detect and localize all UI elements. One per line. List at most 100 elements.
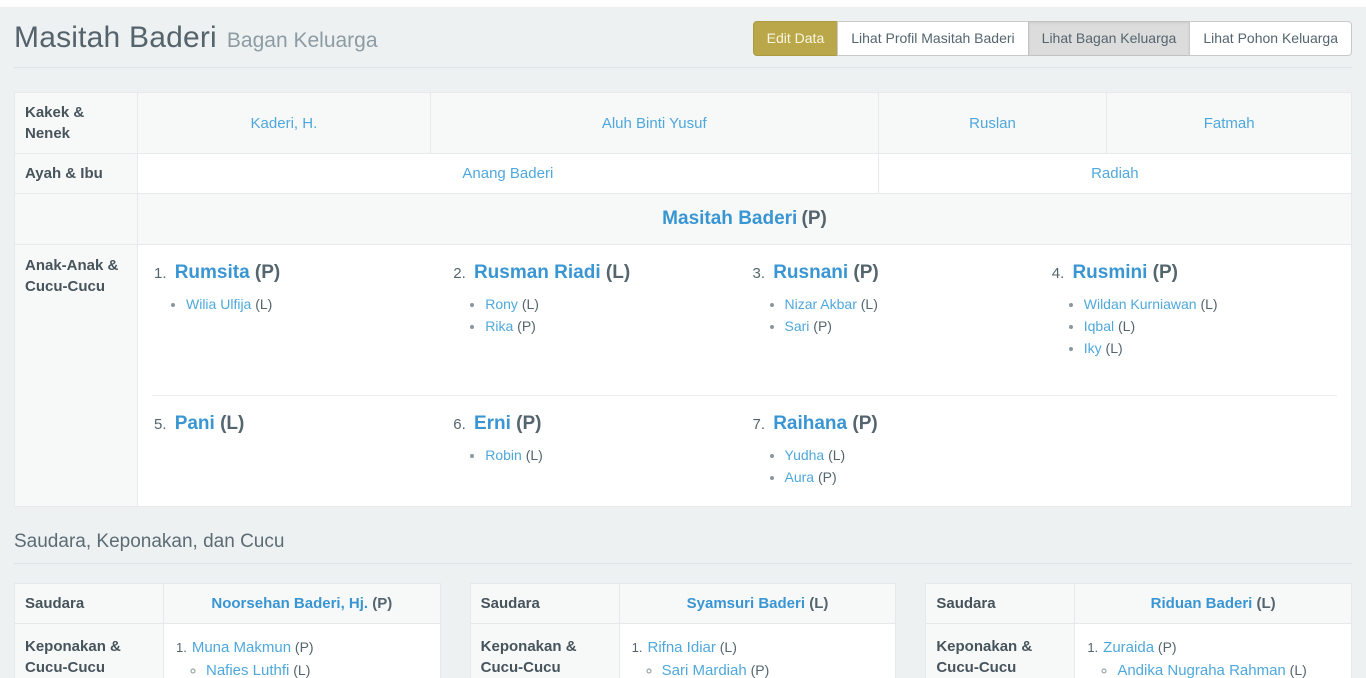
person-link-grandchild[interactable]: Sari — [785, 318, 810, 334]
nephew-child-item: Sari Mardiah (P) — [662, 661, 888, 678]
person-link-child[interactable]: Raihana — [773, 413, 847, 434]
sibling-card-1: SaudaraSyamsuri Baderi (L)Keponakan & Cu… — [470, 583, 897, 678]
grandparents-row: Kakek & Nenek Kaderi, H. Aluh Binti Yusu… — [15, 93, 1352, 154]
children-grid-row: 5. Pani (L)6. Erni (P)Robin (L)7. Raihan… — [146, 400, 1343, 496]
children-grid: 1. Rumsita (P)Wilia Ulfija (L)2. Rusman … — [138, 245, 1352, 507]
nephew-children-list: Andika Nugraha Rahman (L) — [1087, 661, 1343, 678]
person-link-child[interactable]: Pani — [175, 413, 215, 434]
person-link-father[interactable]: Anang Baderi — [462, 165, 553, 182]
grandchild-item: Iqbal (L) — [1084, 318, 1335, 334]
person-link-mother[interactable]: Radiah — [1091, 165, 1139, 182]
person-link-nephew[interactable]: Muna Makmun — [192, 639, 291, 656]
gender-badge: (L) — [1197, 296, 1218, 312]
gender-badge: (L) — [289, 662, 310, 678]
nephew-item: 1.Muna Makmun (P)Nafies Luthfi (L) — [176, 638, 432, 678]
gender-badge: (P) — [291, 639, 314, 655]
person-link-grandchild[interactable]: Nizar Akbar — [785, 296, 857, 312]
grandparents-label: Kakek & Nenek — [15, 93, 138, 154]
parent-cell: Radiah — [878, 154, 1351, 194]
person-link-grandchild[interactable]: Robin — [485, 447, 522, 463]
nephew-item: 1.Zuraida (P)Andika Nugraha Rahman (L) — [1087, 638, 1343, 678]
siblings-section-divider — [14, 563, 1352, 564]
gender-badge: (P) — [511, 413, 542, 434]
nephew-item: 1.Rifna Idiar (L)Sari Mardiah (P) — [632, 638, 888, 678]
nephews-cell: 1.Muna Makmun (P)Nafies Luthfi (L) — [163, 624, 440, 678]
sibling-table: SaudaraSyamsuri Baderi (L)Keponakan & Cu… — [470, 583, 897, 678]
sibling-label: Saudara — [470, 584, 619, 624]
grandchild-item: Iky (L) — [1084, 340, 1335, 356]
gender-badge: (L) — [716, 639, 737, 655]
nephews-label: Keponakan & Cucu-Cucu — [926, 624, 1075, 678]
person-link-nephew-child[interactable]: Nafies Luthfi — [206, 662, 289, 678]
person-link-grandchild[interactable]: Wildan Kurniawan — [1084, 296, 1197, 312]
toolbar-button-0[interactable]: Edit Data — [753, 21, 839, 56]
toolbar-button-1[interactable]: Lihat Profil Masitah Baderi — [837, 21, 1028, 56]
person-link-grandchild[interactable]: Yudha — [785, 447, 825, 463]
child-number: 7. — [753, 416, 770, 433]
person-link-sibling[interactable]: Riduan Baderi — [1151, 595, 1253, 612]
person-link-child[interactable]: Rusnani — [773, 262, 848, 283]
toolbar-button-3[interactable]: Lihat Pohon Keluarga — [1189, 21, 1352, 56]
person-link-grandmother-maternal[interactable]: Fatmah — [1204, 115, 1255, 132]
person-link-child[interactable]: Rusman Riadi — [474, 262, 601, 283]
child-number: 5. — [154, 416, 171, 433]
person-link-nephew-child[interactable]: Andika Nugraha Rahman — [1117, 662, 1285, 678]
nephews-row: Keponakan & Cucu-Cucu1.Muna Makmun (P)Na… — [15, 624, 441, 678]
sibling-card-2: SaudaraRiduan Baderi (L)Keponakan & Cucu… — [925, 583, 1352, 678]
person-link-nephew-child[interactable]: Sari Mardiah — [662, 662, 747, 678]
grandchildren-list: Yudha (L) Aura (P) — [753, 447, 1036, 485]
nephew-child-item: Andika Nugraha Rahman (L) — [1117, 661, 1343, 678]
person-link-sibling[interactable]: Noorsehan Baderi, Hj. — [211, 595, 368, 612]
sibling-label: Saudara — [15, 584, 164, 624]
person-link-grandchild[interactable]: Iqbal — [1084, 318, 1114, 334]
parents-row: Ayah & Ibu Anang Baderi Radiah — [15, 154, 1352, 194]
toolbar-button-2[interactable]: Lihat Bagan Keluarga — [1028, 21, 1191, 56]
person-link-self[interactable]: Masitah Baderi — [662, 208, 797, 229]
child-heading: 2. Rusman Riadi (L) — [453, 261, 736, 286]
nephew-children-list: Nafies Luthfi (L) — [176, 661, 432, 678]
nephew-child-item: Nafies Luthfi (L) — [206, 661, 432, 678]
child-heading: 6. Erni (P) — [453, 412, 736, 437]
person-link-nephew[interactable]: Zuraida — [1103, 639, 1154, 656]
nephews-cell: 1.Rifna Idiar (L)Sari Mardiah (P) — [619, 624, 896, 678]
person-link-child[interactable]: Erni — [474, 413, 511, 434]
sibling-table: SaudaraNoorsehan Baderi, Hj. (P)Keponaka… — [14, 583, 441, 678]
person-link-sibling[interactable]: Syamsuri Baderi — [687, 595, 805, 612]
person-link-nephew[interactable]: Rifna Idiar — [648, 639, 716, 656]
child-block: 5. Pani (L) — [146, 400, 445, 496]
person-link-child[interactable]: Rusmini — [1072, 262, 1147, 283]
grandparent-cell: Fatmah — [1107, 93, 1352, 154]
grandchild-item: Yudha (L) — [785, 447, 1036, 463]
sibling-header-row: SaudaraNoorsehan Baderi, Hj. (P) — [15, 584, 441, 624]
person-link-grandchild[interactable]: Iky — [1084, 340, 1102, 356]
person-link-grandchild[interactable]: Aura — [785, 469, 815, 485]
grandchild-item: Rika (P) — [485, 318, 736, 334]
grandparent-cell: Ruslan — [878, 93, 1107, 154]
nephews-list: 1.Zuraida (P)Andika Nugraha Rahman (L) — [1087, 638, 1343, 678]
gender-badge: (P) — [814, 469, 837, 485]
sibling-name-cell: Noorsehan Baderi, Hj. (P) — [163, 584, 440, 624]
person-link-grandfather-maternal[interactable]: Ruslan — [969, 115, 1016, 132]
child-heading: 7. Raihana (P) — [753, 412, 1036, 437]
children-row: Anak-Anak & Cucu-Cucu 1. Rumsita (P)Wili… — [15, 245, 1352, 507]
person-link-grandchild[interactable]: Rika — [485, 318, 513, 334]
child-block: 6. Erni (P)Robin (L) — [445, 400, 744, 496]
family-table: Kakek & Nenek Kaderi, H. Aluh Binti Yusu… — [14, 92, 1352, 507]
nephews-list: 1.Muna Makmun (P)Nafies Luthfi (L) — [176, 638, 432, 678]
sibling-cards-row: SaudaraNoorsehan Baderi, Hj. (P)Keponaka… — [14, 583, 1352, 678]
person-link-child[interactable]: Rumsita — [175, 262, 250, 283]
child-number: 4. — [1052, 265, 1069, 282]
nephews-cell: 1.Zuraida (P)Andika Nugraha Rahman (L) — [1075, 624, 1352, 678]
grandchildren-list: Wildan Kurniawan (L) Iqbal (L) Iky (L) — [1052, 296, 1335, 356]
person-link-grandchild[interactable]: Rony — [485, 296, 518, 312]
person-link-grandfather-paternal[interactable]: Kaderi, H. — [251, 115, 318, 132]
child-heading: 4. Rusmini (P) — [1052, 261, 1335, 286]
person-link-grandmother-paternal[interactable]: Aluh Binti Yusuf — [602, 115, 707, 132]
grandparent-cell: Kaderi, H. — [138, 93, 431, 154]
grandchild-item: Wilia Ulfija (L) — [186, 296, 437, 312]
person-link-grandchild[interactable]: Wilia Ulfija — [186, 296, 251, 312]
gender-badge: (L) — [805, 595, 828, 612]
gender-badge: (P) — [747, 662, 770, 678]
sibling-header-row: Saudara Syamsuri Baderi (L) — [470, 584, 896, 624]
page-header: Masitah Baderi Bagan Keluarga Edit DataL… — [14, 7, 1352, 59]
